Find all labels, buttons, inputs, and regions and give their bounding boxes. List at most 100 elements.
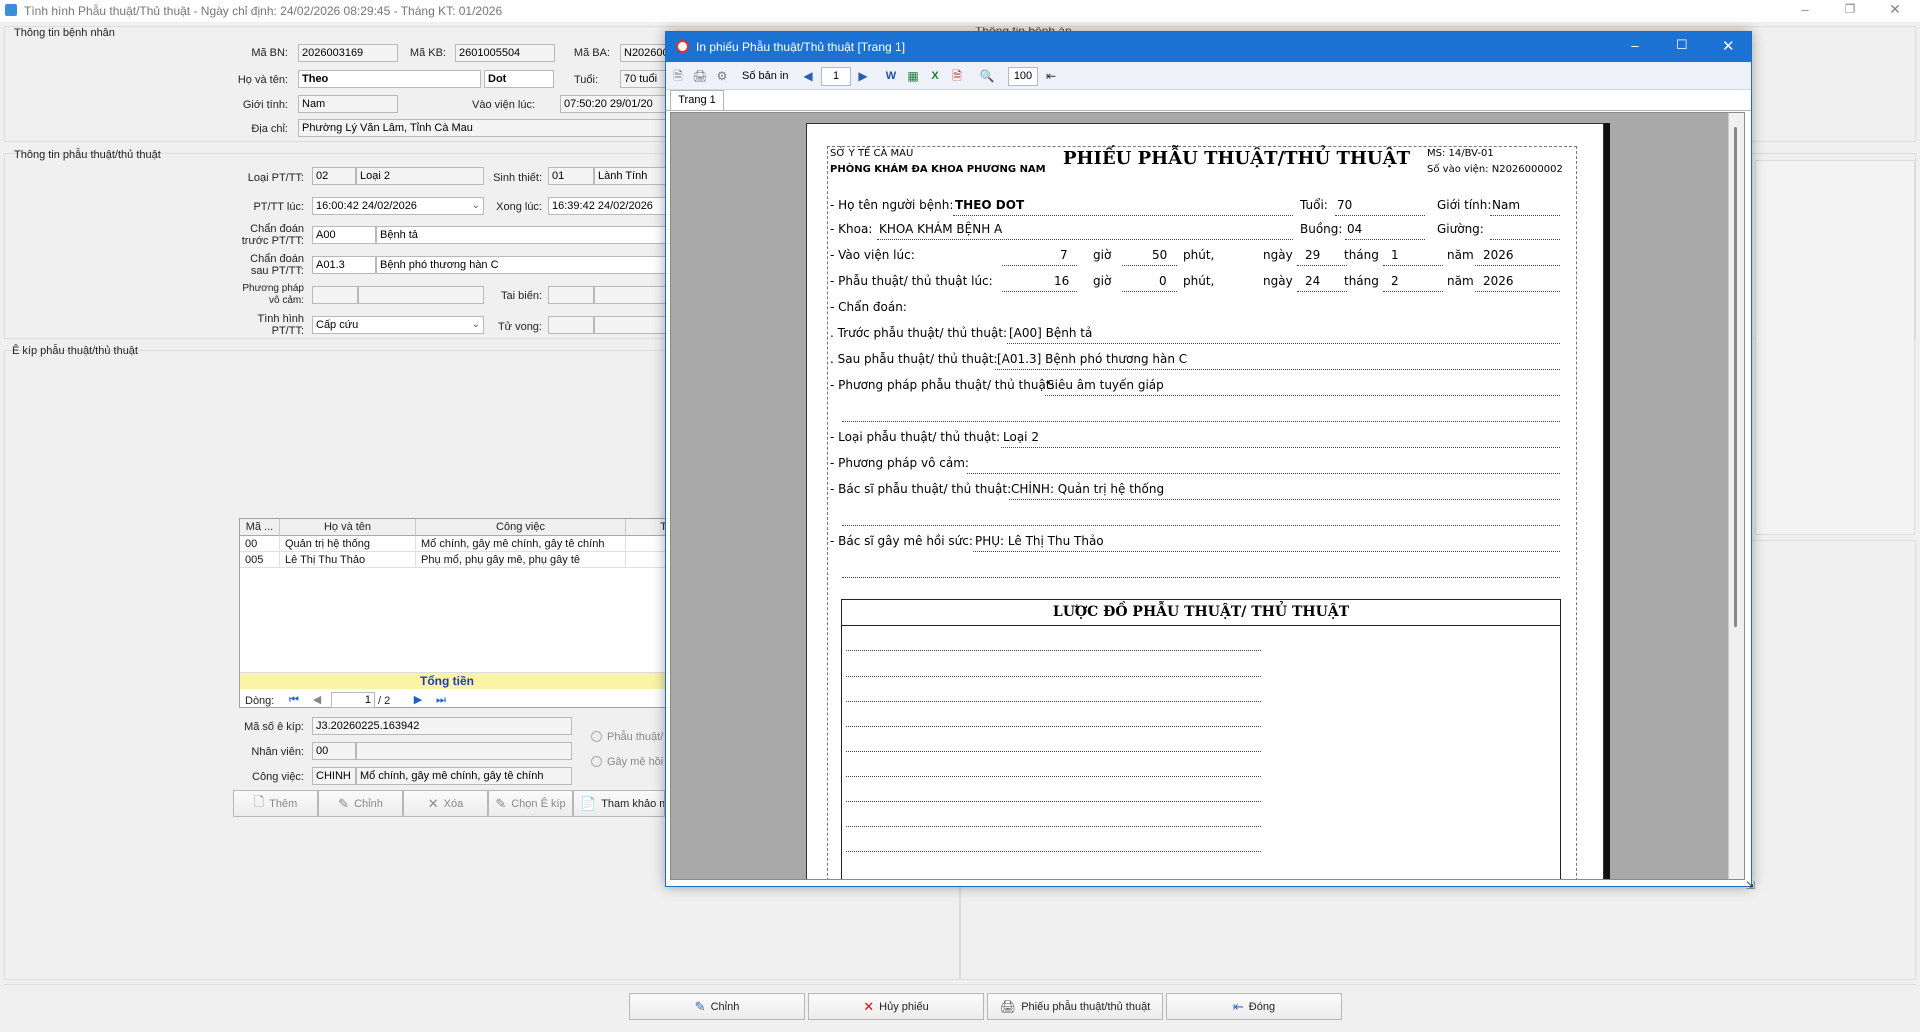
- page-number-field[interactable]: 1: [821, 67, 851, 86]
- reference-button[interactable]: 📄 Tham khảo m: [573, 790, 665, 817]
- table-cell-ho-ten[interactable]: Lê Thị Thu Thảo: [280, 552, 416, 568]
- next-page-icon[interactable]: ▶: [854, 68, 872, 84]
- xong-luc-field[interactable]: 16:39:42 24/02/2026: [548, 197, 666, 215]
- tuoi-field[interactable]: 70 tuổi: [620, 70, 666, 88]
- vao-vien-field[interactable]: 07:50:20 29/01/20: [560, 95, 666, 113]
- restore-icon[interactable]: ❐: [1840, 2, 1860, 16]
- col-header-ma[interactable]: Mã ...: [240, 519, 280, 536]
- table-cell-t[interactable]: [626, 552, 670, 568]
- exit-icon[interactable]: ⇤: [1042, 68, 1060, 84]
- loai-name-field[interactable]: Loại 2: [356, 167, 484, 185]
- col-header-t[interactable]: T: [626, 519, 670, 536]
- dia-chi-field[interactable]: Phường Lý Văn Lâm, Tỉnh Cà Mau: [298, 119, 666, 137]
- tinh-hinh-select[interactable]: Cấp cứu ⌄: [312, 316, 484, 334]
- table-cell-ma[interactable]: 00: [240, 536, 280, 552]
- gioi-tinh-field[interactable]: Nam: [298, 95, 398, 113]
- table-cell-t[interactable]: [626, 536, 670, 552]
- tu-vong-name[interactable]: [594, 316, 666, 334]
- pp-label: - Phương pháp phẫu thuật/ thủ thuật:: [830, 378, 1055, 392]
- tu-vong-code[interactable]: [548, 316, 594, 334]
- maximize-icon[interactable]: ☐: [1676, 37, 1688, 53]
- nam-label: năm: [1447, 248, 1474, 262]
- word-icon[interactable]: W: [882, 68, 900, 84]
- chevron-down-icon[interactable]: ⌄: [472, 198, 480, 214]
- nhan-vien-name[interactable]: [356, 742, 572, 760]
- radio-phau-thuat-label: Phẫu thuật/: [607, 731, 664, 743]
- close-icon[interactable]: ✕: [1885, 1, 1905, 18]
- vertical-scrollbar[interactable]: [1728, 113, 1744, 879]
- pttt-ngay: 24: [1305, 274, 1321, 288]
- add-button[interactable]: 🗋 Thêm: [233, 790, 318, 817]
- cancel-form-button[interactable]: ✕ Hủy phiếu: [808, 993, 984, 1020]
- pdf-icon[interactable]: 🗎: [948, 68, 966, 84]
- table-cell-cong-viec[interactable]: Phụ mổ, phụ gây mê, phụ gây tê: [416, 552, 626, 568]
- close-icon[interactable]: ✕: [1722, 37, 1735, 55]
- cd-truoc-code[interactable]: A00: [312, 226, 376, 244]
- choose-team-button[interactable]: ✎ Chọn Ê kíp: [488, 790, 573, 817]
- print-setup-icon[interactable]: ⚙: [713, 68, 731, 84]
- delete-button[interactable]: ✕ Xóa: [403, 790, 488, 817]
- export-icon[interactable]: 🗎: [669, 68, 687, 84]
- cong-viec-code[interactable]: CHINH: [312, 767, 356, 785]
- next-page-icon[interactable]: ▶: [409, 693, 427, 708]
- first-page-icon[interactable]: ⏮: [285, 693, 303, 708]
- edit-button-label: Chỉnh: [354, 797, 383, 810]
- truoc-label: . Trước phẫu thuật/ thủ thuật:: [830, 326, 1008, 340]
- nhan-vien-code[interactable]: 00: [312, 742, 356, 760]
- sinh-thiet-code[interactable]: 01: [548, 167, 594, 185]
- nav-current-field[interactable]: 1: [331, 692, 375, 708]
- pp-vo-cam-name[interactable]: [358, 286, 484, 304]
- pttt-luc-field[interactable]: 16:00:42 24/02/2026 ⌄: [312, 197, 484, 215]
- so-vao-vien: Số vào viện: N2026000002: [1427, 164, 1563, 175]
- ma-kb-label: Mã KB:: [409, 47, 446, 59]
- radio-phau-thuat[interactable]: [591, 731, 602, 742]
- ma-bn-field[interactable]: 2026003169: [298, 44, 398, 62]
- last-page-icon[interactable]: ⏭: [432, 693, 450, 708]
- page-tab[interactable]: Trang 1: [670, 90, 724, 110]
- ho-field[interactable]: Theo: [298, 70, 481, 88]
- loai-code-field[interactable]: 02: [312, 167, 356, 185]
- scrollbar-thumb[interactable]: [1734, 127, 1737, 627]
- cong-viec-name[interactable]: Mổ chính, gây mê chính, gây tê chính: [356, 767, 572, 785]
- ma-ba-field[interactable]: N202600: [620, 44, 666, 62]
- tinh-hinh-value: Cấp cứu: [316, 319, 359, 331]
- table-cell-cong-viec[interactable]: Mổ chính, gây mê chính, gây tê chính: [416, 536, 626, 552]
- col-header-ho-ten[interactable]: Họ và tên: [280, 519, 416, 536]
- col-header-cong-viec[interactable]: Công việc: [416, 519, 626, 536]
- resize-grip-icon[interactable]: ⇲: [1746, 879, 1755, 892]
- edit-button[interactable]: ✎ Chỉnh: [318, 790, 403, 817]
- print-icon[interactable]: 🖨: [691, 68, 709, 84]
- vo-cam-label: - Phương pháp vô cảm:: [830, 456, 969, 470]
- table-cell-ma[interactable]: 005: [240, 552, 280, 568]
- preview-area[interactable]: SỞ Y TẾ CÀ MAU PHÒNG KHÁM ĐA KHOA PHƯƠNG…: [670, 112, 1745, 880]
- tai-bien-code[interactable]: [548, 286, 594, 304]
- minimize-icon[interactable]: –: [1631, 37, 1639, 53]
- excel-export-icon[interactable]: ▦: [904, 68, 922, 84]
- zoom-field[interactable]: 100: [1008, 67, 1038, 86]
- table-cell-ho-ten[interactable]: Quản trị hệ thống: [280, 536, 416, 552]
- prev-page-icon[interactable]: ◀: [308, 693, 326, 708]
- team-table[interactable]: Mã ... Họ và tên Công việc T 00 Quản trị…: [239, 518, 670, 708]
- bottom-edit-button[interactable]: ✎ Chỉnh: [629, 993, 805, 1020]
- ekip-code-field[interactable]: J3.20260225.163942: [312, 717, 572, 735]
- print-form-button[interactable]: 🖨 Phiếu phẫu thuật/thủ thuật: [987, 993, 1163, 1020]
- excel-icon[interactable]: X: [926, 68, 944, 84]
- ma-kb-field[interactable]: 2601005504: [455, 44, 555, 62]
- sinh-thiet-name[interactable]: Lành Tính: [594, 167, 666, 185]
- prev-page-icon[interactable]: ◀: [799, 68, 817, 84]
- vao-vien-phut: 50: [1152, 248, 1168, 262]
- tai-bien-name[interactable]: [594, 286, 666, 304]
- cd-sau-name[interactable]: Bệnh phó thương hàn C: [376, 256, 666, 274]
- cd-truoc-name[interactable]: Bệnh tả: [376, 226, 666, 244]
- minimize-icon[interactable]: –: [1795, 2, 1815, 17]
- close-button[interactable]: ⇤ Đóng: [1166, 993, 1342, 1020]
- vao-vien-ngay: 29: [1305, 248, 1321, 262]
- printer-icon: 🖨: [999, 998, 1017, 1014]
- pttt-phut: 0: [1159, 274, 1167, 288]
- cd-sau-code[interactable]: A01.3: [312, 256, 376, 274]
- ten-field[interactable]: Dot: [484, 70, 554, 88]
- chevron-down-icon[interactable]: ⌄: [472, 317, 480, 333]
- radio-gay-me[interactable]: [591, 756, 602, 767]
- zoom-icon[interactable]: 🔍: [978, 68, 996, 84]
- pp-vo-cam-code[interactable]: [312, 286, 358, 304]
